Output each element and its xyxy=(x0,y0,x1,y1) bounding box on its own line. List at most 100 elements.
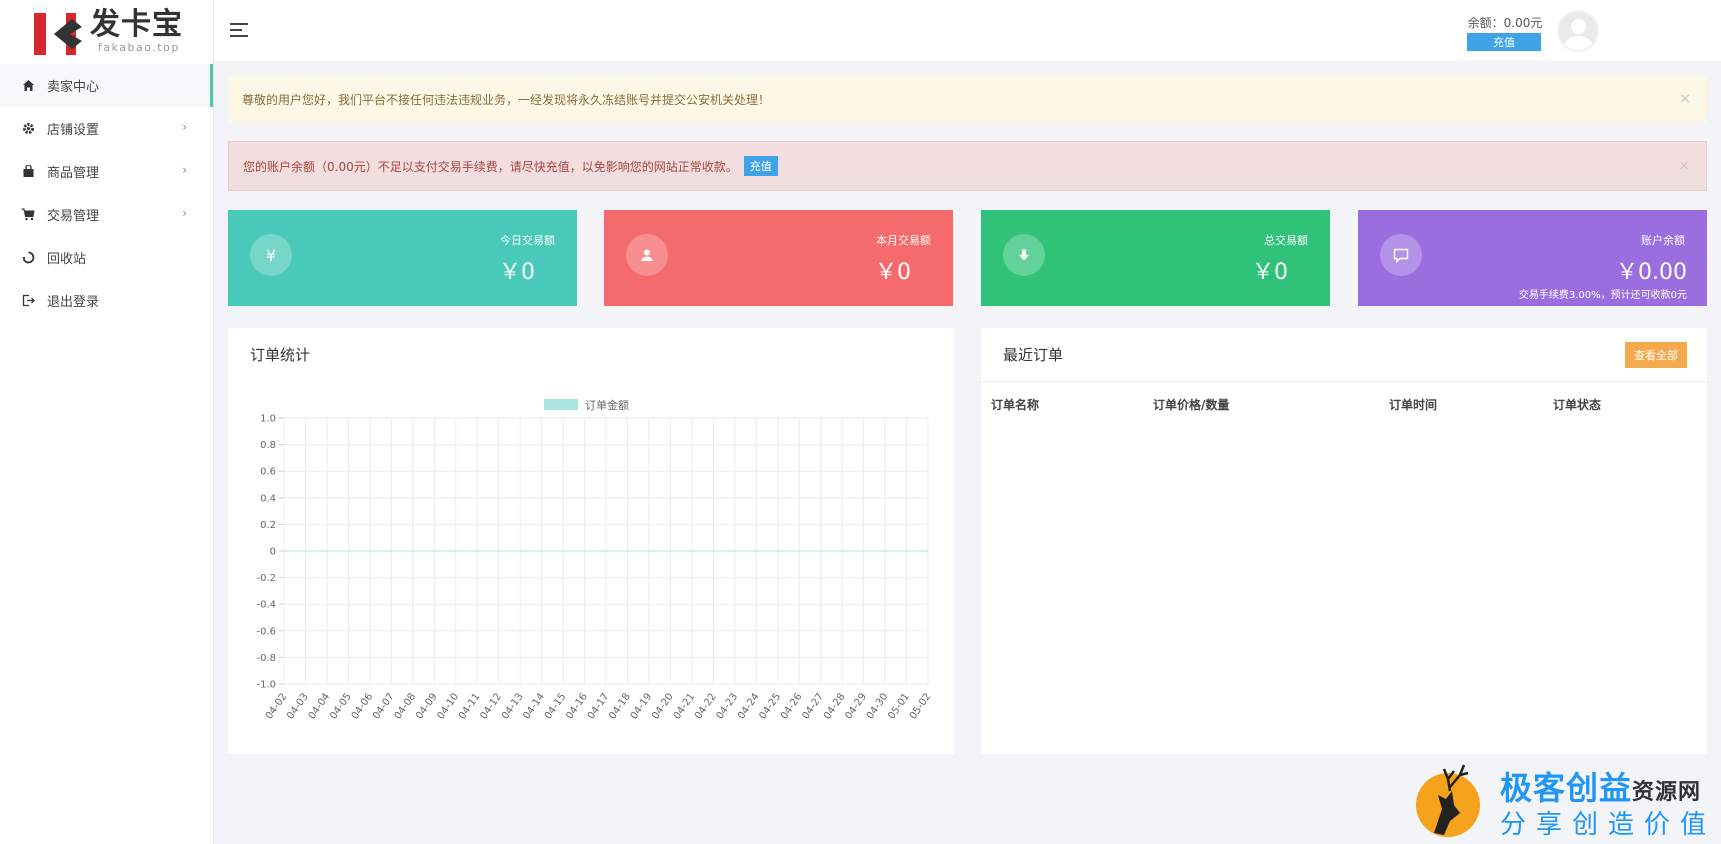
balance-alert-text: 您的账户余额（0.00元）不足以支付交易手续费，请尽快充值，以免影响您的网站正常… xyxy=(243,159,738,174)
x-tick-label: 04-06 xyxy=(350,691,376,721)
x-tick-label: 04-10 xyxy=(436,691,462,721)
watermark-title-small: 资源网 xyxy=(1632,780,1702,805)
recharge-button[interactable]: 充值 xyxy=(1467,33,1541,51)
close-icon[interactable]: × xyxy=(1679,91,1691,107)
x-tick-label: 04-30 xyxy=(865,691,891,721)
watermark: 极客创益资源网 分享创造价值 xyxy=(1414,757,1720,843)
watermark-title-main: 极客创益 xyxy=(1500,769,1633,807)
x-tick-label: 04-25 xyxy=(758,691,784,721)
header-balance: 余额：0.00元 充值 xyxy=(1467,14,1543,51)
x-tick-label: 04-17 xyxy=(586,691,612,721)
x-tick-label: 05-02 xyxy=(908,691,934,721)
x-tick-label: 04-27 xyxy=(800,691,826,721)
y-tick-label: -0.2 xyxy=(256,573,276,584)
avatar[interactable] xyxy=(1557,10,1599,52)
y-tick-label: 1.0 xyxy=(260,414,276,425)
cart-icon xyxy=(20,207,36,223)
x-tick-label: 04-02 xyxy=(264,691,290,721)
stat-value: ￥0 xyxy=(1252,260,1288,285)
y-tick-label: 0 xyxy=(270,547,276,558)
sidebar-item-label: 交易管理 xyxy=(47,209,100,224)
y-tick-label: -1.0 xyxy=(256,680,276,691)
x-tick-label: 04-26 xyxy=(779,691,805,721)
brand-domain: fakabao.top xyxy=(98,40,180,54)
sidebar: 发卡宝 fakabao.top 卖家中心 店铺设置 › 商品管理 › 交易管理 … xyxy=(0,0,214,844)
y-tick-label: -0.6 xyxy=(256,626,276,637)
view-all-button[interactable]: 查看全部 xyxy=(1625,342,1687,368)
sidebar-item-label: 退出登录 xyxy=(47,295,100,310)
column-header[interactable]: 订单价格/数量 xyxy=(1153,396,1229,413)
stat-value: ￥0 xyxy=(499,260,535,285)
y-tick-label: -0.8 xyxy=(256,653,276,664)
balance-label: 余额：0.00元 xyxy=(1467,16,1543,30)
order-stats-chart: 订单金额 1.0 0.8 0.6 0.4 0.2 0 -0.2 -0.4 -0.6 -0.8 -1.0… xyxy=(256,398,934,722)
x-tick-label: 04-03 xyxy=(285,691,311,721)
x-tick-label: 04-12 xyxy=(478,691,504,721)
top-bar: 余额：0.00元 充值 xyxy=(214,0,1721,62)
x-tick-label: 04-11 xyxy=(457,691,483,721)
stat-label: 本月交易额 xyxy=(876,234,931,247)
chevron-right-icon: › xyxy=(182,163,187,177)
sidebar-item-seller-center[interactable]: 卖家中心 xyxy=(0,64,213,107)
y-tick-label: -0.4 xyxy=(256,600,276,611)
sidebar-item-label: 店铺设置 xyxy=(47,123,100,138)
recycle-icon xyxy=(20,250,36,266)
watermark-subtitle: 分享创造价值 xyxy=(1500,810,1717,840)
x-tick-label: 04-13 xyxy=(500,691,526,721)
sidebar-item-transactions[interactable]: 交易管理 › xyxy=(0,193,213,236)
y-tick-label: 0.6 xyxy=(260,467,276,478)
watermark-title: 极客创益资源网 xyxy=(1500,763,1701,809)
y-tick-label: 0.2 xyxy=(260,520,276,531)
logo[interactable]: 发卡宝 fakabao.top xyxy=(0,0,213,62)
x-tick-label: 04-16 xyxy=(564,691,590,721)
logo-mark-icon xyxy=(32,5,84,57)
legend-label: 订单金额 xyxy=(585,398,629,412)
x-tick-label: 04-23 xyxy=(715,691,741,721)
sidebar-item-store-settings[interactable]: 店铺设置 › xyxy=(0,107,213,150)
x-tick-label: 04-07 xyxy=(371,691,397,721)
stat-card-month: 本月交易额 ￥0 xyxy=(604,210,953,306)
x-tick-label: 04-22 xyxy=(693,691,719,721)
notice-alert-text: 尊敬的用户您好，我们平台不接任何违法违规业务，一经发现将永久冻结账号并提交公安机… xyxy=(242,92,771,107)
yen-icon: ¥ xyxy=(250,234,292,276)
menu-toggle-icon[interactable] xyxy=(230,23,248,37)
column-header[interactable]: 订单时间 xyxy=(1389,396,1437,413)
stat-label: 总交易额 xyxy=(1264,234,1308,247)
user-icon xyxy=(626,234,668,276)
x-tick-label: 05-01 xyxy=(886,691,912,721)
x-tick-label: 04-29 xyxy=(843,691,869,721)
x-tick-label: 04-24 xyxy=(736,691,762,721)
deer-logo-icon xyxy=(1414,761,1482,839)
divider xyxy=(981,381,1707,382)
home-icon xyxy=(20,78,36,94)
notice-alert: 尊敬的用户您好，我们平台不接任何违法违规业务，一经发现将永久冻结账号并提交公安机… xyxy=(228,75,1707,123)
column-header[interactable]: 订单状态 xyxy=(1553,396,1601,413)
sidebar-item-logout[interactable]: 退出登录 xyxy=(0,279,213,322)
logout-icon xyxy=(20,293,36,309)
x-tick-label: 04-15 xyxy=(543,691,569,721)
order-stats-panel: 订单统计 订单金额 1.0 0.8 0.6 0.4 0.2 0 -0.2 -0.4 -0.6 -0.… xyxy=(228,328,954,754)
stat-card-total: 总交易额 ￥0 xyxy=(981,210,1330,306)
x-tick-label: 04-08 xyxy=(393,691,419,721)
x-tick-label: 04-28 xyxy=(822,691,848,721)
recent-orders-panel: 最近订单 查看全部 订单名称 订单价格/数量 订单时间 订单状态 xyxy=(981,328,1707,754)
x-tick-label: 04-19 xyxy=(629,691,655,721)
panel-title: 最近订单 xyxy=(1003,346,1064,364)
column-header[interactable]: 订单名称 xyxy=(991,396,1039,413)
message-icon xyxy=(1380,234,1422,276)
x-tick-label: 04-21 xyxy=(672,691,698,721)
x-tick-label: 04-09 xyxy=(414,691,440,721)
y-tick-label: 0.4 xyxy=(260,493,276,504)
download-icon xyxy=(1003,234,1045,276)
x-tick-label: 04-18 xyxy=(607,691,633,721)
gear-icon xyxy=(20,121,36,137)
legend-swatch xyxy=(544,399,578,410)
sidebar-item-label: 卖家中心 xyxy=(47,80,100,95)
sidebar-item-recycle-bin[interactable]: 回收站 xyxy=(0,236,213,279)
brand-name: 发卡宝 xyxy=(90,6,183,42)
x-tick-label: 04-14 xyxy=(521,691,547,721)
y-tick-label: 0.8 xyxy=(260,440,276,451)
close-icon[interactable]: × xyxy=(1678,158,1690,174)
alert-recharge-button[interactable]: 充值 xyxy=(743,156,778,176)
sidebar-item-products[interactable]: 商品管理 › xyxy=(0,150,213,193)
